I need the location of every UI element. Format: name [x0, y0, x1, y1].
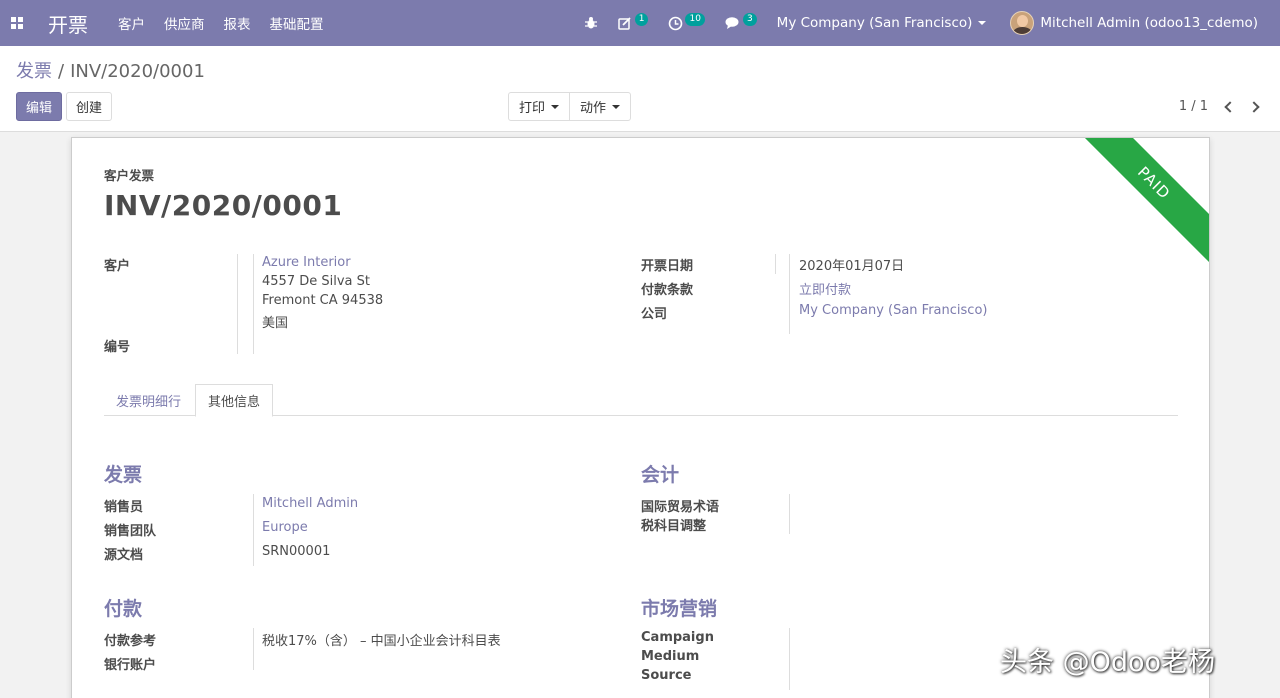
- breadcrumb-invoices-link[interactable]: 发票: [16, 61, 52, 82]
- control-panel: 发票 / INV/2020/0001 编辑 创建 打印 动作 1 / 1: [0, 46, 1280, 132]
- source-document-label: 源文档: [104, 548, 144, 563]
- field-divider: [775, 254, 776, 274]
- company-link[interactable]: My Company (San Francisco): [799, 303, 987, 318]
- user-name: Mitchell Admin (odoo13_cdemo): [1040, 15, 1258, 31]
- tab-invoice-lines[interactable]: 发票明细行: [104, 384, 193, 416]
- company-name: My Company (San Francisco): [776, 15, 973, 31]
- field-divider: [253, 628, 254, 670]
- activity-icon[interactable]: 1: [618, 12, 649, 31]
- salesperson-label: 销售员: [104, 500, 144, 515]
- payment-terms-link[interactable]: 立即付款: [799, 279, 851, 298]
- customer-country: 美国: [262, 316, 289, 331]
- bank-account-label: 银行账户: [104, 658, 157, 673]
- chevron-left-icon[interactable]: [1224, 100, 1236, 113]
- apps-menu-icon[interactable]: [0, 0, 34, 46]
- caret-down-icon: [612, 104, 621, 109]
- field-divider: [237, 254, 238, 354]
- timer-count-badge: 10: [685, 12, 705, 26]
- breadcrumb-separator: /: [58, 61, 65, 82]
- field-divider: [253, 494, 254, 566]
- payment-reference-value: 税收17%（含） – 中国小企业会计科目表: [262, 634, 501, 649]
- customer-city: Fremont CA 94538: [262, 293, 384, 308]
- company-switcher[interactable]: My Company (San Francisco): [777, 15, 987, 31]
- source-label: Source: [641, 668, 692, 683]
- menu-reporting[interactable]: 报表: [224, 13, 251, 33]
- section-title-accounting: 会计: [641, 464, 680, 486]
- reference-label: 编号: [104, 340, 131, 355]
- watermark: 头条 @Odoo老杨: [1000, 647, 1216, 678]
- sales-team-link[interactable]: Europe: [262, 520, 308, 535]
- field-divider: [789, 628, 790, 690]
- salesperson-link[interactable]: Mitchell Admin: [262, 496, 358, 511]
- pager: 1 / 1: [1179, 92, 1260, 121]
- invoice-number-title: INV/2020/0001: [104, 189, 343, 222]
- sidebar-actions: 打印 动作: [508, 92, 632, 121]
- create-button[interactable]: 创建: [66, 92, 112, 121]
- invoice-date-value: 2020年01月07日: [799, 259, 905, 274]
- caret-down-icon: [551, 104, 560, 109]
- breadcrumb-current: INV/2020/0001: [70, 61, 205, 82]
- debug-bug-icon[interactable]: [584, 16, 598, 30]
- invoice-date-label: 开票日期: [641, 259, 694, 274]
- medium-label: Medium: [641, 649, 700, 664]
- chat-count-badge: 3: [742, 12, 757, 26]
- tab-other-info[interactable]: 其他信息: [195, 384, 274, 417]
- sales-team-label: 销售团队: [104, 524, 157, 539]
- print-label: 打印: [519, 101, 546, 116]
- chevron-right-icon[interactable]: [1248, 100, 1260, 113]
- top-navbar: 开票 客户 供应商 报表 基础配置 1 10 3 My Company (San…: [0, 0, 1280, 46]
- avatar: [1010, 11, 1035, 35]
- breadcrumb: 发票 / INV/2020/0001: [16, 57, 205, 83]
- document-type: 客户发票: [104, 168, 155, 183]
- action-dropdown[interactable]: 动作: [569, 93, 630, 120]
- paid-ribbon: PAID: [1067, 138, 1209, 270]
- campaign-label: Campaign: [641, 630, 714, 645]
- section-title-marketing: 市场营销: [641, 598, 718, 620]
- user-menu[interactable]: Mitchell Admin (odoo13_cdemo): [1010, 11, 1258, 35]
- section-title-payment: 付款: [104, 598, 143, 620]
- customer-link[interactable]: Azure Interior: [262, 255, 351, 270]
- menu-customers[interactable]: 客户: [118, 13, 145, 33]
- form-sheet: PAID 客户发票 INV/2020/0001 客户 Azure Interio…: [71, 137, 1210, 698]
- menu-configuration[interactable]: 基础配置: [270, 13, 324, 33]
- field-divider: [789, 254, 790, 334]
- incoterm-label: 国际贸易术语: [641, 500, 720, 515]
- notebook-tabs: 发票明细行 其他信息: [104, 384, 1178, 417]
- menu-vendors[interactable]: 供应商: [164, 13, 205, 33]
- source-document-value: SRN00001: [262, 544, 331, 559]
- customer-label: 客户: [104, 259, 131, 274]
- chat-icon[interactable]: 3: [725, 12, 757, 30]
- timer-icon[interactable]: 10: [668, 12, 705, 31]
- caret-down-icon: [978, 21, 987, 25]
- print-dropdown[interactable]: 打印: [509, 93, 569, 120]
- field-divider: [789, 494, 790, 534]
- app-title[interactable]: 开票: [48, 9, 88, 38]
- field-divider: [253, 254, 254, 354]
- company-label: 公司: [641, 307, 668, 322]
- payment-reference-label: 付款参考: [104, 634, 157, 649]
- section-title-invoice: 发票: [104, 464, 143, 486]
- pager-value[interactable]: 1 / 1: [1179, 99, 1208, 114]
- customer-street: 4557 De Silva St: [262, 274, 370, 289]
- fiscal-position-label: 税科目调整: [641, 519, 707, 534]
- edit-button[interactable]: 编辑: [16, 92, 62, 121]
- action-label: 动作: [580, 101, 607, 116]
- payment-terms-label: 付款条款: [641, 283, 694, 298]
- activity-count-badge: 1: [634, 12, 649, 26]
